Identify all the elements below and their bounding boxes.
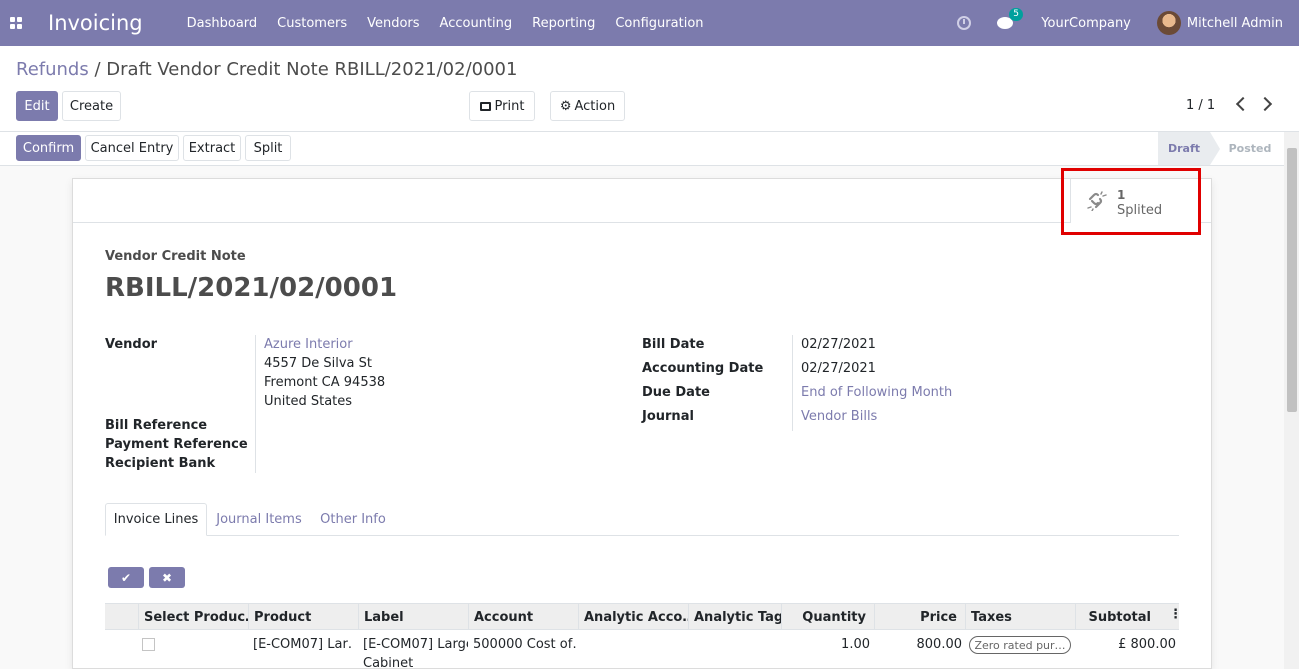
due-date-label: Due Date — [642, 385, 710, 400]
tab-journal-items[interactable]: Journal Items — [212, 503, 306, 536]
row-price[interactable]: 800.00 — [875, 637, 963, 652]
vendor-label: Vendor — [105, 337, 158, 352]
stage-arrow — [1210, 132, 1220, 165]
user-avatar[interactable] — [1156, 11, 1181, 35]
app-title[interactable]: Invoicing — [48, 11, 143, 35]
vendor-address-country: United States — [264, 394, 353, 409]
menu-item-dashboard[interactable]: Dashboard — [187, 16, 258, 31]
row-account[interactable]: 500000 Cost of… — [473, 637, 578, 652]
row-subtotal: £ 800.00 — [1118, 637, 1176, 652]
accounting-date-value: 02/27/2021 — [801, 361, 876, 376]
vendor-address-city: Fremont CA 94538 — [264, 375, 386, 390]
recipient-bank-label: Recipient Bank — [105, 456, 216, 471]
due-date-link[interactable]: End of Following Month — [801, 385, 952, 400]
top-navbar: Invoicing Dashboard Customers Vendors Ac… — [0, 0, 1299, 46]
column-subtotal[interactable]: Subtotal — [1075, 604, 1159, 630]
field-divider-left — [255, 335, 256, 473]
save-line-check-button[interactable]: ✔ — [108, 567, 144, 588]
column-account[interactable]: Account — [468, 604, 578, 630]
discard-line-button[interactable]: ✖ — [149, 567, 185, 588]
pager-next-icon[interactable] — [1257, 96, 1273, 112]
print-label: Print — [494, 98, 525, 114]
breadcrumb-refunds-link[interactable]: Refunds — [16, 59, 89, 80]
bill-date-label: Bill Date — [642, 337, 705, 352]
pager-value[interactable]: 1 / 1 — [1186, 98, 1215, 113]
row-quantity[interactable]: 1.00 — [780, 637, 870, 652]
smart-button-box: 1 Splited — [73, 179, 1211, 223]
company-switcher[interactable]: YourCompany — [1041, 16, 1131, 31]
highlight-annotation — [1061, 168, 1201, 235]
select-product-checkbox[interactable] — [142, 638, 155, 651]
menu-item-customers[interactable]: Customers — [277, 16, 347, 31]
tab-other-info[interactable]: Other Info — [314, 503, 392, 536]
payment-reference-label: Payment Reference — [105, 437, 248, 452]
tab-invoice-lines[interactable]: Invoice Lines — [105, 503, 207, 536]
check-icon: ✔ — [120, 570, 132, 585]
pager-previous-icon[interactable] — [1235, 96, 1251, 112]
navbar-systray: 5 YourCompany Mitchell Admin — [957, 0, 1299, 46]
accounting-date-label: Accounting Date — [642, 361, 764, 376]
menu-item-accounting[interactable]: Accounting — [440, 16, 513, 31]
messaging-menu[interactable]: 5 — [997, 8, 1024, 29]
row-label-line1[interactable]: [E-COM07] Large — [363, 637, 468, 652]
action-label: Action — [574, 98, 616, 114]
activity-clock-icon[interactable] — [957, 16, 972, 30]
column-label[interactable]: Label — [358, 604, 468, 630]
document-type-label: Vendor Credit Note — [105, 249, 246, 264]
breadcrumb-separator: / — [94, 59, 101, 80]
vendor-link[interactable]: Azure Interior — [264, 337, 353, 352]
column-taxes[interactable]: Taxes — [965, 604, 1075, 630]
column-price[interactable]: Price — [874, 604, 965, 630]
column-quantity[interactable]: Quantity — [781, 604, 874, 630]
menu-item-vendors[interactable]: Vendors — [367, 16, 419, 31]
page-scrollbar-thumb[interactable] — [1287, 148, 1297, 412]
document-name: RBILL/2021/02/0001 — [105, 273, 398, 303]
bill-reference-label: Bill Reference — [105, 418, 208, 433]
menu-item-configuration[interactable]: Configuration — [615, 16, 703, 31]
journal-label: Journal — [642, 409, 694, 424]
bill-date-value: 02/27/2021 — [801, 337, 876, 352]
printer-icon — [479, 101, 491, 111]
column-select-product[interactable]: Select Produc… — [138, 604, 248, 630]
apps-menu-icon[interactable] — [0, 0, 32, 46]
stage-draft: Draft — [1158, 132, 1210, 165]
action-button[interactable]: ⚙ Action — [550, 91, 625, 121]
main-menu: Dashboard Customers Vendors Accounting R… — [187, 16, 724, 31]
edit-button[interactable]: Edit — [16, 91, 58, 121]
column-options-icon[interactable]: ⋮ — [1169, 607, 1182, 622]
control-panel: Refunds / Draft Vendor Credit Note RBILL… — [0, 46, 1299, 132]
chat-count-badge: 5 — [1009, 8, 1024, 21]
extract-button[interactable]: Extract — [183, 135, 241, 161]
row-tax-tag[interactable]: Zero rated pur… — [969, 636, 1071, 654]
print-button[interactable]: Print — [469, 91, 535, 121]
column-analytic-account[interactable]: Analytic Acco… — [578, 604, 688, 630]
journal-link[interactable]: Vendor Bills — [801, 409, 877, 424]
vendor-address-street: 4557 De Silva St — [264, 356, 372, 371]
confirm-button[interactable]: Confirm — [16, 135, 81, 161]
close-icon: ✖ — [161, 570, 173, 585]
row-product[interactable]: [E-COM07] Lar… — [253, 637, 353, 652]
invoice-lines-table-header: Select Produc… Product Label Account Ana… — [105, 603, 1179, 630]
row-label-line2[interactable]: Cabinet — [363, 656, 468, 669]
column-analytic-tags[interactable]: Analytic Tags — [688, 604, 781, 630]
create-button[interactable]: Create — [62, 91, 121, 121]
split-button[interactable]: Split — [245, 135, 291, 161]
cancel-entry-button[interactable]: Cancel Entry — [85, 135, 179, 161]
user-menu[interactable]: Mitchell Admin — [1187, 16, 1283, 31]
breadcrumb: Refunds / Draft Vendor Credit Note RBILL… — [16, 59, 517, 80]
field-divider-right — [792, 335, 793, 431]
menu-item-reporting[interactable]: Reporting — [532, 16, 595, 31]
stage-posted[interactable]: Posted — [1222, 132, 1278, 165]
column-product[interactable]: Product — [248, 604, 358, 630]
gear-icon: ⚙ — [559, 98, 572, 114]
breadcrumb-current: Draft Vendor Credit Note RBILL/2021/02/0… — [106, 59, 518, 80]
form-statusbar: Confirm Cancel Entry Extract Split Draft… — [0, 132, 1299, 166]
